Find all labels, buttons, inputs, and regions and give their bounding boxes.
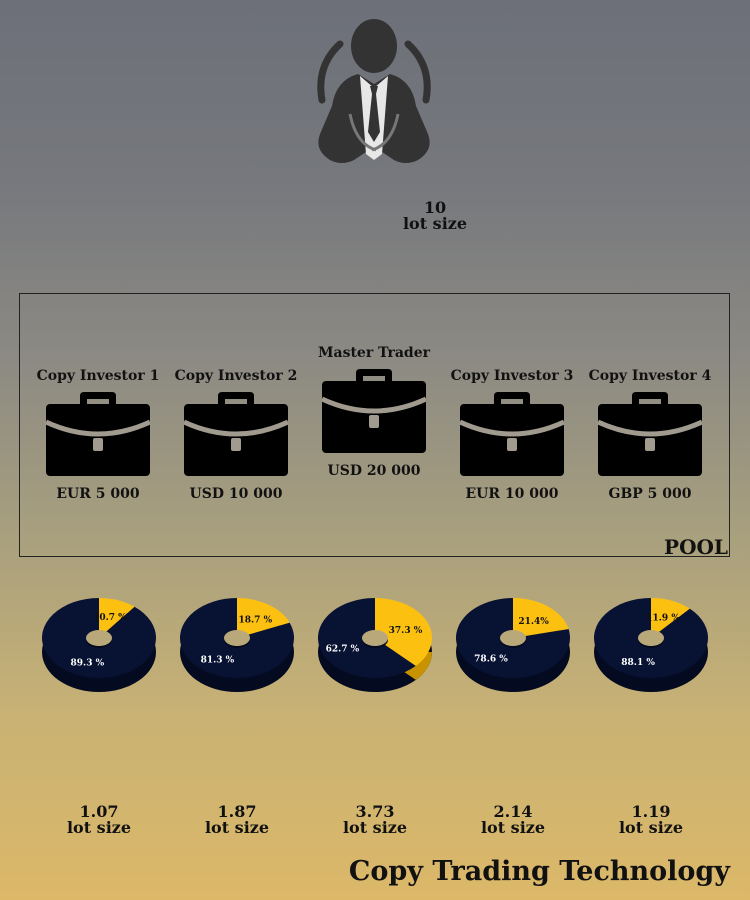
briefcase-icon xyxy=(182,392,290,476)
briefcase-icon xyxy=(458,392,566,476)
donut-label-main: 62.7 % xyxy=(326,645,360,655)
account-name: Copy Investor 1 xyxy=(36,368,160,384)
donut-label-highlight: 10.7 % xyxy=(93,613,127,623)
donut-hole xyxy=(500,630,526,646)
donut-label-main: 89.3 % xyxy=(71,658,105,668)
trader-lot-size: 10 lot size xyxy=(375,200,495,232)
lot-unit: lot size xyxy=(342,818,408,837)
donut-hole xyxy=(638,630,664,646)
account-investor-1: Copy Investor 1 EUR 5 000 xyxy=(29,368,167,502)
donut-hole xyxy=(224,630,250,646)
donut-hole xyxy=(362,630,388,646)
account-investor-3: Copy Investor 3 EUR 10 000 xyxy=(443,368,581,502)
donut-label-highlight: 11.9 % xyxy=(646,613,680,623)
donut-label-highlight: 37.3 % xyxy=(389,626,423,636)
account-amount: USD 20 000 xyxy=(327,463,421,479)
share-donut-charts: 10.7 % 89.3 % 18.7 % 81.3 % 37.3 % 62.7 % 21.4… xyxy=(41,598,708,692)
lot-size-investor-1: 1.07 lot size xyxy=(39,804,159,836)
account-name: Copy Investor 4 xyxy=(588,368,712,384)
account-amount: EUR 10 000 xyxy=(465,486,559,502)
briefcase-icon xyxy=(320,369,428,453)
trader-lot-unit: lot size xyxy=(402,214,468,233)
page-title: Copy Trading Technology xyxy=(348,856,730,887)
lot-unit: lot size xyxy=(66,818,132,837)
account-amount: GBP 5 000 xyxy=(608,486,692,502)
lot-size-investor-4: 1.19 lot size xyxy=(591,804,711,836)
donut-label-highlight: 18.7 % xyxy=(239,616,273,626)
donut-label-highlight: 21.4% xyxy=(518,617,549,627)
lot-unit: lot size xyxy=(618,818,684,837)
account-investor-2: Copy Investor 2 USD 10 000 xyxy=(167,368,305,502)
lot-unit: lot size xyxy=(480,818,546,837)
lot-unit: lot size xyxy=(204,818,270,837)
account-master-trader: Master Trader USD 20 000 xyxy=(305,345,443,479)
briefcase-icon xyxy=(596,392,704,476)
lot-size-master: 3.73 lot size xyxy=(315,804,435,836)
donut-label-main: 78.6 % xyxy=(474,654,508,664)
account-investor-4: Copy Investor 4 GBP 5 000 xyxy=(581,368,719,502)
briefcase-icon xyxy=(44,392,152,476)
account-amount: EUR 5 000 xyxy=(56,486,140,502)
lot-size-investor-2: 1.87 lot size xyxy=(177,804,297,836)
account-amount: USD 10 000 xyxy=(189,486,283,502)
account-name: Copy Investor 3 xyxy=(450,368,574,384)
lot-size-investor-3: 2.14 lot size xyxy=(453,804,573,836)
businessman-icon xyxy=(317,19,431,163)
account-name: Master Trader xyxy=(318,345,430,361)
donut-label-main: 81.3 % xyxy=(201,656,235,666)
account-name: Copy Investor 2 xyxy=(174,368,298,384)
donut-label-main: 88.1 % xyxy=(621,658,655,668)
donut-hole xyxy=(86,630,112,646)
pool-label: POOL xyxy=(664,535,728,559)
